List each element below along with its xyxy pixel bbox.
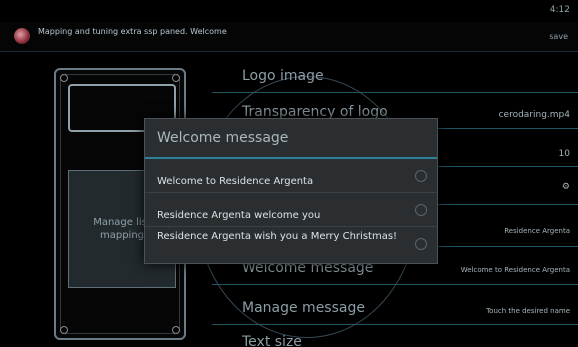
screw-icon <box>60 326 68 334</box>
screw-icon <box>172 74 180 82</box>
pref-title-logo-image[interactable]: Logo image <box>242 68 324 84</box>
dialog-option[interactable]: Welcome to Residence Argenta <box>145 159 437 193</box>
pref-value-manage: Touch the desired name <box>486 307 570 315</box>
dialog-title: Welcome message <box>145 119 437 159</box>
pref-value-welcome: Welcome to Residence Argenta <box>460 266 570 274</box>
screw-icon <box>172 326 180 334</box>
save-action[interactable]: save <box>549 32 568 41</box>
pref-title-manage[interactable]: Manage message <box>242 300 365 316</box>
pref-value-size: 10 <box>558 149 570 159</box>
radio-button-icon[interactable] <box>415 170 427 182</box>
notification-text: Mapping and tuning extra ssp paned. Welc… <box>38 27 227 36</box>
pref-value-transparency: cerodaring.mp4 <box>498 110 570 120</box>
option-label: Welcome to Residence Argenta <box>157 176 314 187</box>
option-label: Residence Argenta welcome you <box>157 210 321 221</box>
pref-divider <box>212 324 578 325</box>
dialog-option[interactable]: Residence Argenta welcome you <box>145 193 437 227</box>
status-bar: 4:12 <box>0 0 578 22</box>
pref-value-residence: Residence Argenta <box>504 227 570 235</box>
welcome-message-dialog: Welcome message Welcome to Residence Arg… <box>144 118 438 264</box>
gear-icon[interactable]: ⚙ <box>562 182 570 192</box>
status-time: 4:12 <box>549 5 570 15</box>
app-icon <box>14 28 30 44</box>
notification-bar[interactable]: Mapping and tuning extra ssp paned. Welc… <box>0 22 578 52</box>
pref-title-text-size[interactable]: Text size <box>242 334 302 347</box>
pref-divider <box>212 92 578 93</box>
radio-button-icon[interactable] <box>415 204 427 216</box>
dialog-option[interactable]: Residence Argenta wish you a Merry Chris… <box>145 227 437 261</box>
screw-icon <box>60 74 68 82</box>
pref-divider <box>212 284 578 285</box>
radio-button-icon[interactable] <box>415 238 427 250</box>
option-label: Residence Argenta wish you a Merry Chris… <box>157 231 398 242</box>
